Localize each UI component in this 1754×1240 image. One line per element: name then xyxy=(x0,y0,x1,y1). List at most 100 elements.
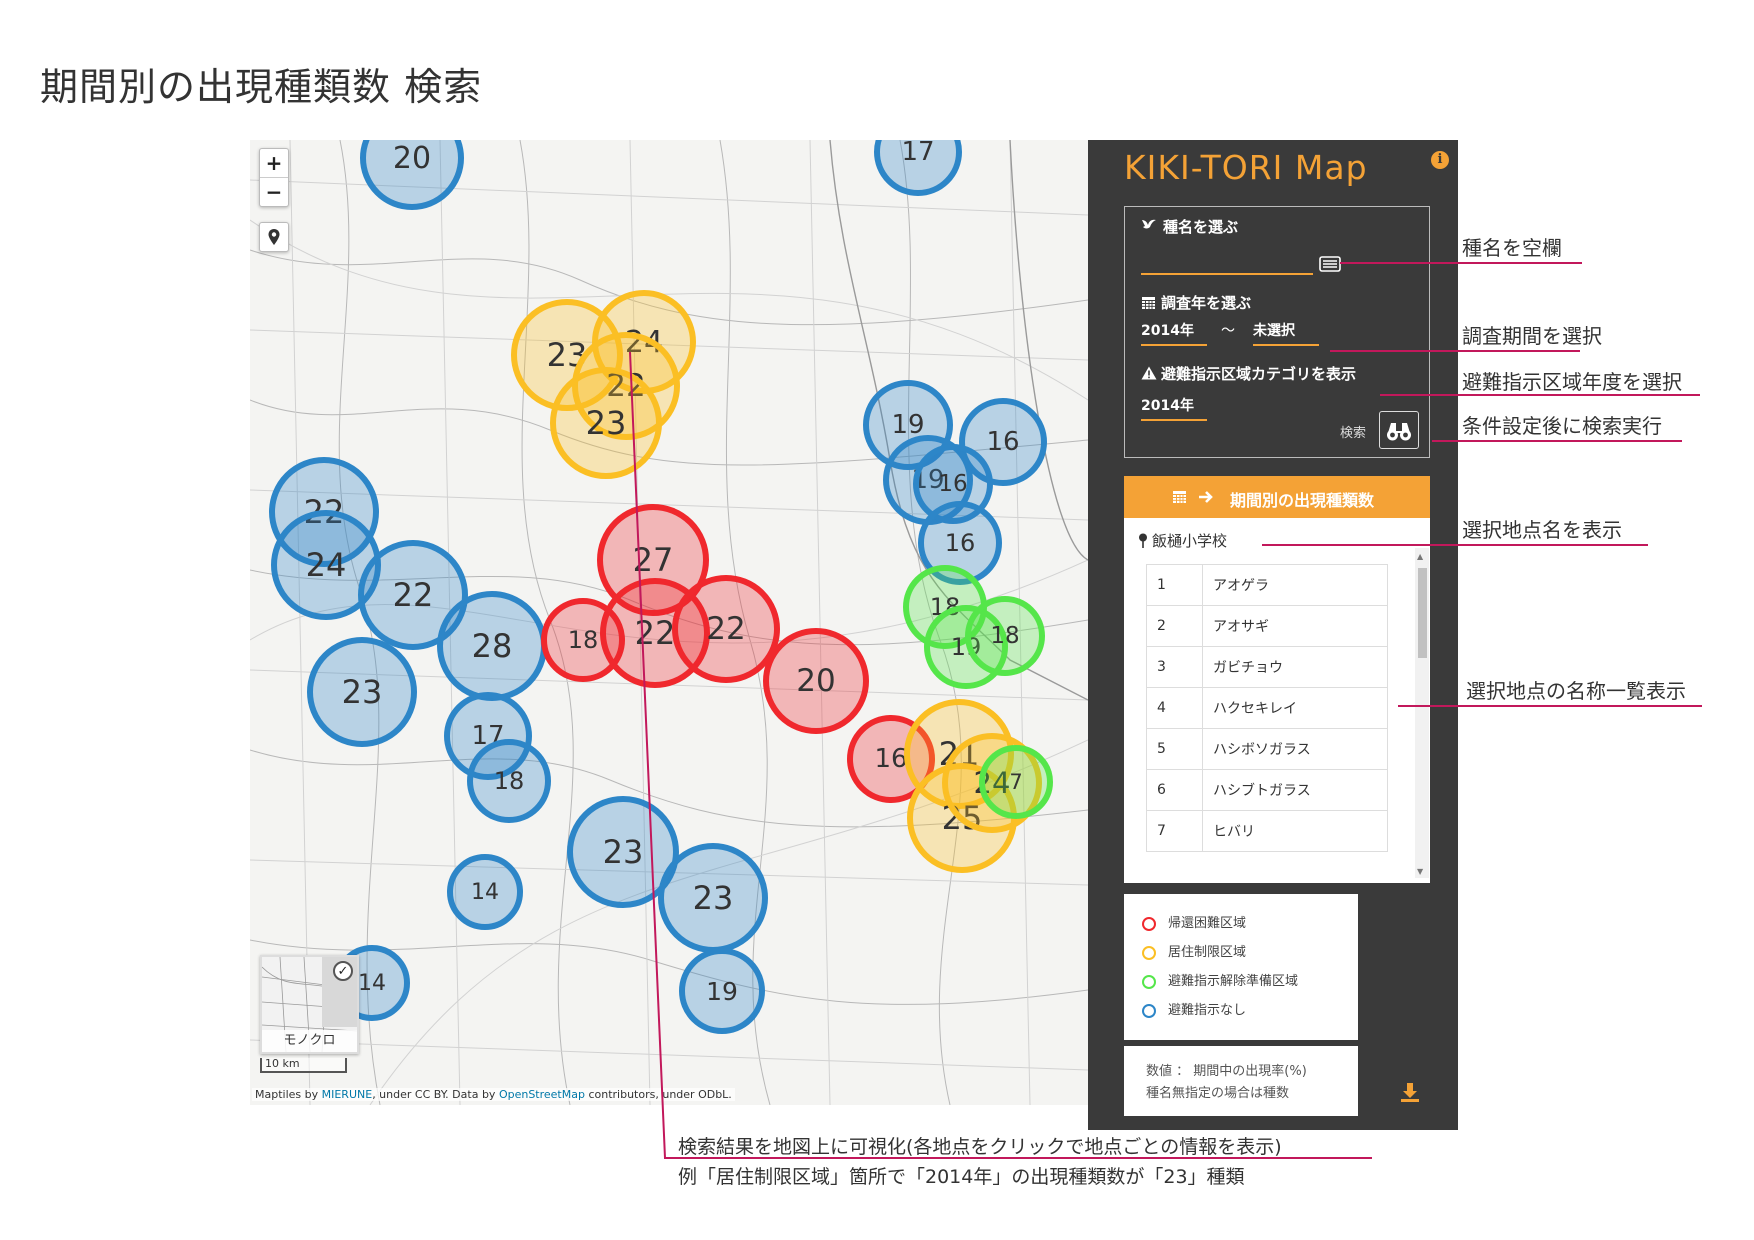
year-to-underline xyxy=(1253,344,1319,346)
arrow-right-icon xyxy=(1199,491,1213,503)
cluster-marker-yellow[interactable]: 23 xyxy=(550,367,662,479)
map-pin-icon xyxy=(1139,533,1147,548)
legend-item: 帰還困難区域 xyxy=(1142,912,1246,932)
cluster-value: 18 xyxy=(990,623,1020,649)
species-no: 6 xyxy=(1146,769,1203,811)
circle-icon xyxy=(1142,916,1156,931)
cluster-value: 16 xyxy=(874,744,908,774)
evac-year-select[interactable]: 2014年 xyxy=(1141,395,1194,415)
callout-species: 種名を空欄 xyxy=(1462,236,1562,260)
cluster-marker-blue[interactable]: 23 xyxy=(307,637,417,747)
download-icon xyxy=(1401,1083,1419,1102)
cluster-value: 22 xyxy=(706,611,746,647)
osm-link[interactable]: OpenStreetMap xyxy=(499,1088,585,1101)
cluster-marker-blue[interactable]: 19 xyxy=(679,948,765,1034)
year-label: 調査年を選ぶ xyxy=(1161,294,1252,312)
cluster-value: 20 xyxy=(392,140,432,176)
cluster-value: 16 xyxy=(944,529,976,557)
map-attribution: Maptiles by MIERUNE, under CC BY. Data b… xyxy=(252,1088,735,1101)
table-row[interactable]: 4 ハクセキレイ xyxy=(1146,687,1388,729)
species-name: ハクセキレイ xyxy=(1202,687,1388,729)
scrollbar-thumb[interactable] xyxy=(1418,568,1427,658)
species-name: アオゲラ xyxy=(1202,564,1388,606)
result-header: 期間別の出現種類数 xyxy=(1124,476,1430,518)
table-row[interactable]: 7 ヒバリ xyxy=(1146,810,1388,852)
table-row[interactable]: 5 ハシボソガラス xyxy=(1146,728,1388,770)
circle-icon xyxy=(1142,1003,1156,1018)
legend-item: 居住制限区域 xyxy=(1142,941,1246,961)
cluster-layer: 20 17 23 24 22 23 19 16 19 16 16 22 24 22 28 23 17 18 27 18… xyxy=(250,140,1088,1105)
location-name: 飯樋小学校 xyxy=(1152,532,1228,550)
scale-bar: 10 km xyxy=(260,1058,347,1073)
species-input[interactable] xyxy=(1141,253,1311,271)
warning-icon xyxy=(1141,366,1157,380)
table-row[interactable]: 3 ガビチョウ xyxy=(1146,646,1388,688)
species-list-button[interactable] xyxy=(1319,255,1341,273)
cluster-marker-blue[interactable]: 28 xyxy=(437,591,547,701)
cluster-marker-green[interactable]: 18 xyxy=(965,596,1045,676)
cluster-marker-blue[interactable]: 23 xyxy=(658,843,768,953)
callout-line-list xyxy=(1398,705,1702,707)
search-form: 種名を選ぶ 調査年を選ぶ 2014年 ～ 未選択 避難指示区域カテゴリを表示 2… xyxy=(1124,206,1430,458)
map-view[interactable]: 20 17 23 24 22 23 19 16 19 16 16 22 24 22 28 23 17 18 27 18… xyxy=(250,140,1088,1105)
species-underline xyxy=(1141,273,1313,275)
value-note: 数値 ： 期間中の出現率(%) 種名無指定の場合は種数 xyxy=(1124,1046,1358,1116)
mierune-link[interactable]: MIERUNE xyxy=(322,1088,373,1101)
legend-label: 居住制限区域 xyxy=(1168,945,1247,960)
table-row[interactable]: 1 アオゲラ xyxy=(1146,564,1388,606)
legend-label: 避難指示解除準備区域 xyxy=(1168,974,1299,989)
zoom-out-button[interactable]: − xyxy=(260,178,288,206)
attribution-suffix: contributors, under ODbL. xyxy=(584,1088,732,1101)
cluster-marker-red[interactable]: 20 xyxy=(763,628,869,734)
year-from-select[interactable]: 2014年 xyxy=(1141,320,1194,340)
note-line-2: 種名無指定の場合は種数 xyxy=(1146,1086,1290,1101)
cluster-value: 14 xyxy=(358,970,386,996)
year-separator: ～ xyxy=(1221,323,1235,339)
species-no: 4 xyxy=(1146,687,1203,729)
zoom-control: + − xyxy=(259,148,289,207)
legend-item: 避難指示なし xyxy=(1142,999,1246,1019)
circle-icon xyxy=(1142,974,1156,989)
cluster-value: 20 xyxy=(796,663,836,699)
cluster-value: 24 xyxy=(305,546,347,584)
cluster-value: 7 xyxy=(1009,770,1023,794)
basemap-switcher[interactable]: ✓ モノクロ xyxy=(260,955,359,1054)
basemap-label: モノクロ xyxy=(262,1030,357,1052)
cluster-marker-green[interactable]: 7 xyxy=(979,745,1053,819)
species-name: ハシボソガラス xyxy=(1202,728,1388,770)
species-label: 種名を選ぶ xyxy=(1163,218,1239,236)
locate-button[interactable] xyxy=(259,222,289,252)
callout-period: 調査期間を選択 xyxy=(1462,324,1602,348)
cluster-marker-blue[interactable]: 20 xyxy=(360,140,464,210)
result-header-title: 期間別の出現種類数 xyxy=(1230,491,1375,510)
zoom-in-button[interactable]: + xyxy=(260,149,288,178)
callout-line-species xyxy=(1340,262,1582,264)
scrollbar[interactable]: ▲ ▼ xyxy=(1415,548,1429,878)
species-name: ガビチョウ xyxy=(1202,646,1388,688)
info-icon[interactable]: i xyxy=(1431,151,1449,169)
cluster-marker-blue[interactable]: 18 xyxy=(467,739,551,823)
cluster-marker-blue[interactable]: 17 xyxy=(874,140,962,196)
species-table: 1 アオゲラ 2 アオサギ 3 ガビチョウ 4 ハクセキレイ 5 ハシボソガラス 6 ハシブトガラス 7… xyxy=(1146,564,1388,852)
callout-evac: 避難指示区域年度を選択 xyxy=(1462,370,1682,394)
table-row[interactable]: 2 アオサギ xyxy=(1146,605,1388,647)
legend-label: 帰還困難区域 xyxy=(1168,916,1247,931)
attribution-mid: , under CC BY. Data by xyxy=(372,1088,499,1101)
cluster-value: 18 xyxy=(567,626,599,654)
species-no: 7 xyxy=(1146,810,1203,852)
legend-label: 避難指示なし xyxy=(1168,1003,1247,1018)
species-name: ハシブトガラス xyxy=(1202,769,1388,811)
callout-location: 選択地点名を表示 xyxy=(1462,518,1622,542)
cluster-value: 19 xyxy=(706,976,738,1006)
callout-line-search xyxy=(1432,440,1682,442)
cluster-marker-blue[interactable]: 14 xyxy=(447,854,523,930)
search-button[interactable] xyxy=(1379,411,1419,449)
download-button[interactable] xyxy=(1398,1080,1422,1104)
cluster-value: 23 xyxy=(602,833,644,871)
year-to-select[interactable]: 未選択 xyxy=(1253,320,1295,340)
table-row[interactable]: 6 ハシブトガラス xyxy=(1146,769,1388,811)
callout-list: 選択地点の名称一覧表示 xyxy=(1466,679,1686,703)
species-no: 3 xyxy=(1146,646,1203,688)
species-no: 2 xyxy=(1146,605,1203,647)
list-icon xyxy=(1319,256,1341,272)
